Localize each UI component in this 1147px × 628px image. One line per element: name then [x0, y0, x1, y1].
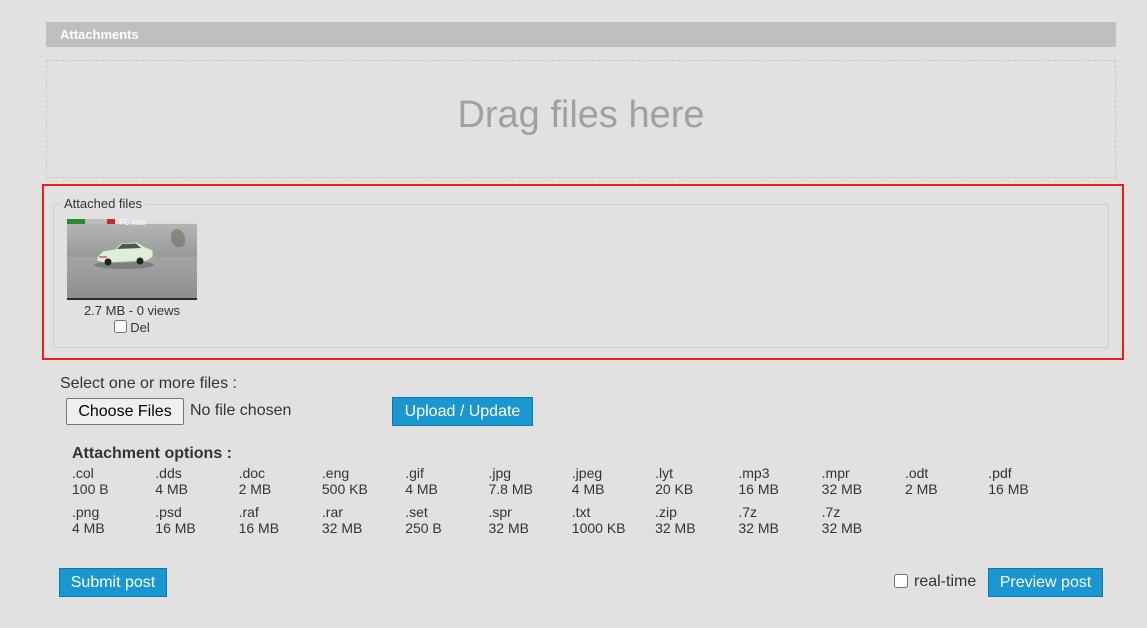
extension-size-limit: 4 MB [72, 520, 105, 536]
extension-limit-item: .set 250 B [405, 504, 488, 543]
realtime-checkbox[interactable] [894, 574, 908, 588]
extension-size-limit: 4 MB [571, 481, 605, 497]
extension-limit-item: .mp3 16 MB [738, 465, 821, 504]
extension-size-limit: 32 MB [738, 520, 779, 536]
realtime-toggle: real-time [894, 573, 976, 591]
attachment-thumbnail[interactable]: FC kiss [67, 219, 197, 300]
extension-limit-item: .raf 16 MB [239, 504, 322, 543]
extension-name: .mpr [821, 465, 850, 481]
extension-size-limit: 2 MB [904, 481, 938, 497]
extension-limit-item: .col 100 B [72, 465, 155, 504]
extension-name: .col [72, 465, 94, 481]
extension-size-limit: 7.8 MB [488, 481, 533, 497]
extension-name: .lyt [655, 465, 673, 481]
extension-size-limit: 32 MB [488, 520, 529, 536]
extension-name: .png [72, 504, 100, 520]
extension-size-limit: 32 MB [655, 520, 696, 536]
extension-limit-item: .pdf 16 MB [988, 465, 1071, 504]
car-image [94, 241, 154, 269]
extension-name: .eng [321, 465, 350, 481]
extension-limit-item: .spr 32 MB [488, 504, 571, 543]
extension-size-limit: 16 MB [738, 481, 779, 497]
extension-name: .set [405, 504, 428, 520]
extension-limit-item: .odt 2 MB [905, 465, 988, 504]
extension-limit-item: .mpr 32 MB [822, 465, 905, 504]
select-files-label: Select one or more files : [60, 375, 237, 392]
extension-name: .mp3 [738, 465, 770, 481]
extension-limit-item: .eng 500 KB [322, 465, 405, 504]
extension-limit-item: .rar 32 MB [322, 504, 405, 543]
extension-limit-item: .jpeg 4 MB [572, 465, 655, 504]
extension-limit-item: .7z 32 MB [738, 504, 821, 543]
extension-size-limit: 4 MB [155, 481, 188, 497]
extension-size-limit: 32 MB [321, 520, 363, 536]
extension-name: .7z [738, 504, 758, 520]
extension-size-limit: 32 MB [821, 520, 863, 536]
extension-limit-item: .jpg 7.8 MB [488, 465, 571, 504]
extension-name: .doc [238, 465, 266, 481]
thumbnail-tag: FC kiss [119, 219, 146, 227]
attached-files-fieldset [53, 204, 1109, 348]
extension-name: .spr [488, 504, 512, 520]
attachment-meta: 2.7 MB - 0 views [83, 303, 181, 318]
extension-name: .raf [238, 504, 259, 520]
submit-post-button[interactable]: Submit post [59, 568, 167, 597]
extension-size-limit: 1000 KB [571, 520, 626, 536]
extension-name: .rar [321, 504, 343, 520]
extension-name: .zip [655, 504, 677, 520]
extension-name: .odt [904, 465, 929, 481]
extension-limit-item: .zip 32 MB [655, 504, 738, 543]
file-dropzone[interactable]: Drag files here [46, 60, 1116, 178]
preview-post-button[interactable]: Preview post [988, 568, 1103, 597]
dropzone-text: Drag files here [457, 93, 705, 136]
extension-size-limit: 500 KB [321, 481, 368, 497]
extension-name: .jpeg [571, 465, 603, 481]
extension-size-limit: 16 MB [238, 520, 280, 536]
extension-size-limit: 100 B [72, 481, 109, 497]
extension-limit-item: .txt 1000 KB [572, 504, 655, 543]
extension-name: .jpg [488, 465, 512, 481]
realtime-label: real-time [914, 573, 977, 590]
extension-name: .7z [821, 504, 841, 520]
upload-update-button[interactable]: Upload / Update [392, 397, 533, 426]
extension-size-limit: 16 MB [155, 520, 196, 536]
extension-name: .txt [571, 504, 591, 520]
extension-limit-item: .doc 2 MB [239, 465, 322, 504]
extension-name: .dds [155, 465, 182, 481]
attachment-options-title: Attachment options : [72, 445, 232, 462]
extension-name: .pdf [988, 465, 1012, 481]
extension-size-limit: 250 B [405, 520, 442, 536]
extension-name: .psd [155, 504, 182, 520]
extension-size-limit: 20 KB [655, 481, 694, 497]
attachments-header: Attachments [46, 22, 1116, 47]
attachments-panel: Attachments Drag files here Attached fil… [0, 0, 1147, 628]
extension-limit-item: .png 4 MB [72, 504, 155, 543]
extension-size-limit: 2 MB [238, 481, 272, 497]
extension-limits-grid: .col 100 B .dds 4 MB .doc 2 MB .eng 500 KB .gif 4… [72, 465, 1072, 543]
thumbnail-debris [171, 229, 185, 247]
extension-limit-item: .lyt 20 KB [655, 465, 738, 504]
no-file-chosen-text: No file chosen [190, 402, 292, 419]
delete-checkbox[interactable] [114, 320, 128, 333]
extension-limit-item: .7z 32 MB [822, 504, 905, 543]
extension-size-limit: 4 MB [405, 481, 438, 497]
extension-size-limit: 16 MB [988, 481, 1029, 497]
extension-limit-item: .gif 4 MB [405, 465, 488, 504]
choose-files-button[interactable]: Choose Files [66, 398, 184, 425]
extension-limit-item: .psd 16 MB [155, 504, 238, 543]
extension-name: .gif [405, 465, 424, 481]
extension-limit-item: .dds 4 MB [155, 465, 238, 504]
attached-files-legend: Attached files [60, 196, 147, 212]
delete-label: Del [130, 320, 150, 335]
attachment-delete-row: Del [67, 319, 197, 337]
extension-size-limit: 32 MB [821, 481, 863, 497]
